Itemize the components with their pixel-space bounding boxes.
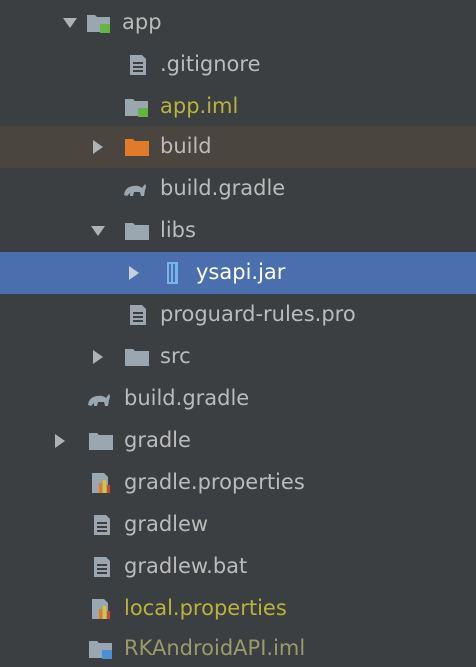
module-file-icon bbox=[125, 99, 148, 117]
tree-row-app[interactable]: app bbox=[0, 2, 476, 44]
tree-row-label: gradlew bbox=[124, 512, 209, 536]
tree-row-label: build.gradle bbox=[160, 176, 286, 200]
tree-row-label: app.iml bbox=[160, 94, 239, 118]
folder-icon bbox=[125, 223, 149, 240]
tree-row-proguard[interactable]: proguard-rules.pro bbox=[0, 294, 476, 336]
gradle-icon bbox=[88, 394, 110, 406]
chevron-right-icon[interactable] bbox=[126, 263, 142, 283]
text-file-icon bbox=[130, 55, 146, 75]
properties-file-icon bbox=[92, 473, 110, 493]
tree-row-ysapi-jar[interactable]: ysapi.jar bbox=[0, 252, 476, 294]
gradle-icon bbox=[124, 184, 146, 196]
tree-row-label: build bbox=[160, 134, 212, 158]
tree-row-build-gradle-app[interactable]: build.gradle bbox=[0, 168, 476, 210]
chevron-right-icon[interactable] bbox=[90, 347, 106, 367]
tree-row-label: gradle.properties bbox=[124, 470, 305, 494]
tree-row-label: .gitignore bbox=[160, 52, 261, 76]
tree-row-build-folder[interactable]: build bbox=[0, 126, 476, 168]
tree-row-label: proguard-rules.pro bbox=[160, 302, 356, 326]
tree-row-build-gradle-root[interactable]: build.gradle bbox=[0, 378, 476, 420]
properties-file-icon bbox=[92, 599, 110, 619]
tree-row-label: src bbox=[160, 344, 191, 368]
text-file-icon bbox=[94, 557, 110, 577]
tree-row-label: RKAndroidAPI.iml bbox=[124, 636, 306, 660]
jar-icon bbox=[167, 262, 178, 284]
tree-row-local-properties[interactable]: local.properties bbox=[0, 588, 476, 630]
folder-icon bbox=[89, 433, 113, 450]
tree-row-label: local.properties bbox=[124, 596, 287, 620]
folder-icon bbox=[125, 349, 149, 366]
module-folder-icon bbox=[87, 15, 110, 33]
tree-row-gradle-properties[interactable]: gradle.properties bbox=[0, 462, 476, 504]
chevron-right-icon[interactable] bbox=[90, 137, 106, 157]
tree-row-label: libs bbox=[160, 218, 196, 242]
tree-row-gitignore[interactable]: .gitignore bbox=[0, 44, 476, 86]
chevron-right-icon[interactable] bbox=[52, 431, 68, 451]
module-file-icon bbox=[89, 641, 112, 659]
excluded-folder-icon bbox=[125, 139, 149, 156]
tree-row-src[interactable]: src bbox=[0, 336, 476, 378]
tree-row-gradlew[interactable]: gradlew bbox=[0, 504, 476, 546]
chevron-down-icon[interactable] bbox=[62, 13, 78, 33]
tree-row-gradle-folder[interactable]: gradle bbox=[0, 420, 476, 462]
tree-row-label: gradlew.bat bbox=[124, 554, 248, 578]
text-file-icon bbox=[130, 305, 146, 325]
tree-row-gradlew-bat[interactable]: gradlew.bat bbox=[0, 546, 476, 588]
chevron-down-icon[interactable] bbox=[90, 221, 106, 241]
tree-row-label: ysapi.jar bbox=[196, 260, 286, 284]
tree-row-rk-iml[interactable]: RKAndroidAPI.iml bbox=[0, 628, 476, 667]
project-tree: app .gitignore app.iml build build.gradl… bbox=[0, 0, 476, 667]
text-file-icon bbox=[94, 515, 110, 535]
tree-row-libs[interactable]: libs bbox=[0, 210, 476, 252]
tree-row-app-iml[interactable]: app.iml bbox=[0, 86, 476, 128]
tree-row-label: app bbox=[122, 10, 162, 34]
tree-row-label: gradle bbox=[124, 428, 191, 452]
tree-row-label: build.gradle bbox=[124, 386, 250, 410]
